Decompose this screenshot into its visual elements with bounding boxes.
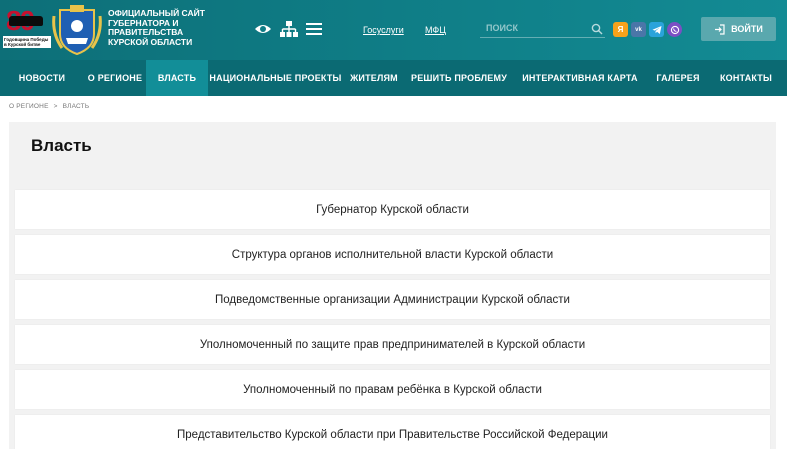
site-title[interactable]: Официальный сайт губернатора и правитель…	[108, 8, 218, 47]
logo-caption: Годовщина Победы в Курской битве	[3, 36, 51, 48]
main-nav: НОВОСТИ О РЕГИОНЕ ВЛАСТЬ НАЦИОНАЛЬНЫЕ ПР…	[0, 60, 787, 96]
tank-icon	[9, 16, 43, 26]
nav-item-gallery[interactable]: ГАЛЕРЕЯ	[647, 60, 709, 96]
list-item-child-ombudsman[interactable]: Уполномоченный по правам ребёнка в Курск…	[15, 370, 770, 409]
yandex-icon[interactable]: Я	[613, 22, 628, 37]
coat-of-arms-icon[interactable]	[52, 4, 102, 56]
viber-icon[interactable]	[667, 22, 682, 37]
hamburger-menu-icon[interactable]	[305, 20, 323, 38]
nav-item-national-projects[interactable]: НАЦИОНАЛЬНЫЕ ПРОЕКТЫ	[208, 60, 343, 96]
login-label: ВОЙТИ	[731, 24, 763, 34]
breadcrumb-separator: >	[53, 103, 58, 110]
header: 80 Годовщина Победы в Курской битве Офиц…	[0, 0, 787, 60]
list-item-business-ombudsman[interactable]: Уполномоченный по защите прав предприним…	[15, 325, 770, 364]
nav-item-contacts[interactable]: КОНТАКТЫ	[709, 60, 783, 96]
telegram-icon[interactable]	[649, 22, 664, 37]
nav-item-power[interactable]: ВЛАСТЬ	[146, 60, 208, 96]
nav-item-residents[interactable]: ЖИТЕЛЯМ	[343, 60, 405, 96]
eye-icon[interactable]	[254, 20, 272, 38]
mfc-link[interactable]: МФЦ	[425, 25, 446, 35]
breadcrumb-item-region[interactable]: О РЕГИОНЕ	[9, 103, 49, 110]
nav-item-region[interactable]: О РЕГИОНЕ	[84, 60, 146, 96]
list-item-governor[interactable]: Губернатор Курской области	[15, 190, 770, 229]
power-links-list: Губернатор Курской области Структура орг…	[15, 190, 770, 449]
gosuslugi-link[interactable]: Госуслуги	[363, 25, 404, 35]
breadcrumb: О РЕГИОНЕ > ВЛАСТЬ	[9, 103, 92, 110]
nav-item-interactive-map[interactable]: ИНТЕРАКТИВНАЯ КАРТА	[513, 60, 647, 96]
login-button[interactable]: ВОЙТИ	[701, 17, 776, 41]
sitemap-icon[interactable]	[280, 20, 298, 38]
yandex-icon-label: Я	[617, 25, 624, 34]
list-item-representation[interactable]: Представительство Курской области при Пр…	[15, 415, 770, 449]
breadcrumb-item-power: ВЛАСТЬ	[62, 103, 90, 110]
victory-80-logo[interactable]: 80 Годовщина Победы в Курской битве	[3, 6, 51, 52]
nav-item-news[interactable]: НОВОСТИ	[0, 60, 84, 96]
search-input[interactable]: ПОИСК	[480, 20, 605, 38]
vk-icon-label: vk	[635, 26, 642, 33]
login-icon	[715, 23, 725, 35]
content-panel: Власть Губернатор Курской области Структ…	[9, 122, 776, 449]
search-icon[interactable]	[591, 22, 603, 35]
nav-item-solve-problem[interactable]: РЕШИТЬ ПРОБЛЕМУ	[405, 60, 513, 96]
vk-icon[interactable]: vk	[631, 22, 646, 37]
search-placeholder: ПОИСК	[486, 23, 518, 33]
list-item-executive-structure[interactable]: Структура органов исполнительной власти …	[15, 235, 770, 274]
list-item-subordinate-orgs[interactable]: Подведомственные организации Администрац…	[15, 280, 770, 319]
page-title: Власть	[31, 136, 92, 155]
